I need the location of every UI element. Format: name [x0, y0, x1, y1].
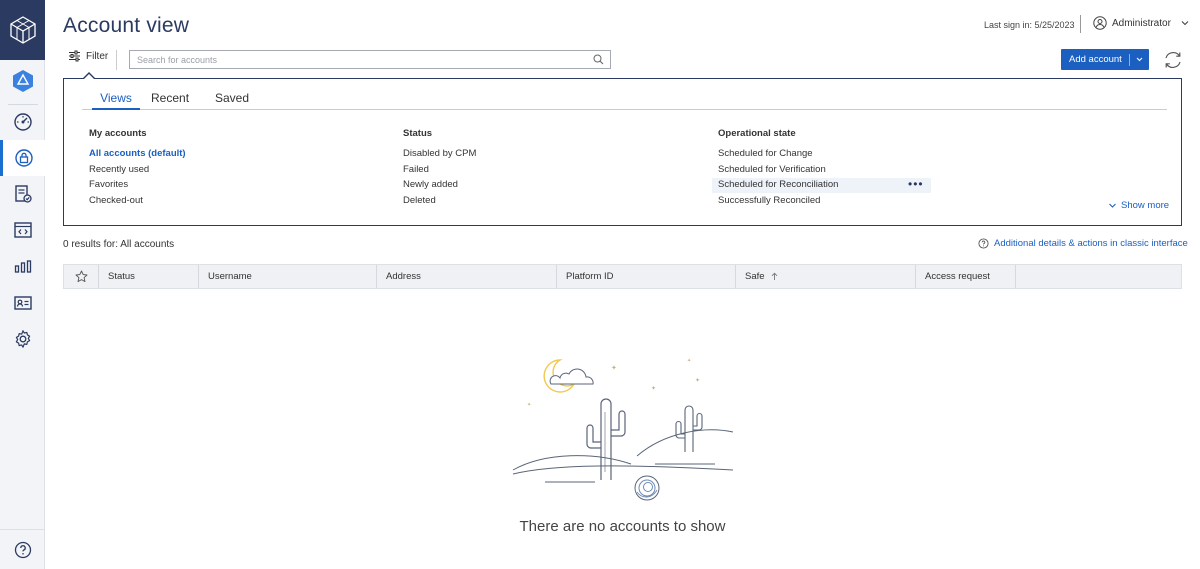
view-recently-used[interactable]: Recently used: [89, 164, 149, 175]
bar-chart-icon: [14, 260, 31, 273]
favorite-column[interactable]: [64, 265, 99, 288]
more-actions-icon[interactable]: •••: [908, 177, 924, 191]
accounts-table-header: Status Username Address Platform ID Safe…: [63, 264, 1182, 289]
chevron-down-icon: [1136, 57, 1143, 62]
sidebar-item-privilege-cloud[interactable]: [0, 63, 45, 99]
sidebar-item-accounts[interactable]: [0, 140, 45, 176]
filter-tabs: Views Recent Saved: [82, 91, 1167, 110]
column-address[interactable]: Address: [377, 265, 557, 288]
sliders-icon: [69, 50, 80, 62]
status-deleted[interactable]: Deleted: [403, 195, 436, 206]
svg-text:✦: ✦: [611, 364, 617, 372]
status-failed[interactable]: Failed: [403, 164, 429, 175]
empty-state-message: There are no accounts to show: [519, 518, 726, 535]
view-all-accounts[interactable]: All accounts (default): [89, 148, 186, 159]
column-platform-id[interactable]: Platform ID: [557, 265, 736, 288]
gear-icon: [15, 330, 30, 348]
last-sign-in: Last sign in: 5/25/2023: [984, 20, 1075, 30]
question-circle-icon: [978, 238, 989, 249]
add-account-dropdown[interactable]: [1130, 55, 1149, 64]
id-card-icon: [13, 296, 32, 310]
sidebar-item-applications[interactable]: [0, 212, 45, 248]
sidebar-item-users[interactable]: [0, 285, 45, 321]
sidebar: [0, 0, 45, 569]
hexagon-app-icon: [12, 70, 33, 92]
lock-shield-icon: [15, 149, 33, 167]
search-icon[interactable]: [593, 54, 604, 65]
code-window-icon: [13, 222, 32, 238]
refresh-icon: [1165, 52, 1181, 68]
cactus-icon: [600, 398, 612, 480]
tab-views[interactable]: Views: [92, 91, 140, 110]
show-more-label: Show more: [1121, 200, 1170, 211]
refresh-button[interactable]: [1162, 49, 1184, 76]
sort-ascending-icon: [771, 272, 777, 280]
tab-recent[interactable]: Recent: [151, 91, 189, 110]
my-accounts-heading: My accounts: [89, 128, 147, 139]
sidebar-item-settings[interactable]: [0, 321, 45, 357]
view-favorites[interactable]: Favorites: [89, 179, 128, 190]
chevron-down-icon: [1181, 21, 1189, 26]
cloud-icon: [549, 368, 594, 385]
operational-state-heading: Operational state: [718, 128, 796, 139]
svg-text:✦: ✦: [651, 385, 656, 392]
state-scheduled-change[interactable]: Scheduled for Change: [718, 148, 813, 159]
column-status[interactable]: Status: [99, 265, 199, 288]
svg-text:✦: ✦: [687, 358, 691, 364]
column-access-request[interactable]: Access request: [916, 265, 1016, 288]
results-count: 0 results for: All accounts: [63, 239, 175, 250]
desert-illustration: ✦ ✦ ✦ ✦ ✦: [512, 358, 734, 501]
sidebar-item-reports[interactable]: [0, 248, 45, 284]
state-scheduled-verification[interactable]: Scheduled for Verification: [718, 164, 826, 175]
document-check-icon: [14, 185, 32, 203]
column-safe[interactable]: Safe: [736, 265, 916, 288]
state-scheduled-reconciliation[interactable]: Scheduled for Reconciliation: [712, 178, 931, 193]
filter-panel: Views Recent Saved My accounts All accou…: [63, 78, 1182, 226]
column-safe-label: Safe: [745, 271, 765, 282]
cube-logo-icon: [9, 16, 36, 44]
search-box: [129, 50, 611, 69]
classic-interface-label: Additional details & actions in classic …: [994, 238, 1188, 249]
filter-button[interactable]: Filter: [68, 50, 108, 62]
classic-interface-link[interactable]: Additional details & actions in classic …: [978, 238, 1188, 249]
status-disabled-by-cpm[interactable]: Disabled by CPM: [403, 148, 476, 159]
show-more-link[interactable]: Show more: [1108, 200, 1169, 211]
app-logo[interactable]: [0, 0, 45, 60]
sidebar-item-policies[interactable]: [0, 176, 45, 212]
user-avatar-icon: [1093, 16, 1107, 30]
state-successfully-reconciled[interactable]: Successfully Reconciled: [718, 195, 820, 206]
svg-text:✦: ✦: [695, 377, 700, 384]
star-icon: [75, 270, 88, 283]
column-username[interactable]: Username: [199, 265, 377, 288]
add-account-button[interactable]: Add account: [1061, 49, 1149, 70]
user-name: Administrator: [1112, 17, 1171, 29]
user-menu[interactable]: Administrator: [1093, 16, 1190, 30]
header-divider: [1080, 15, 1081, 33]
gauge-icon: [13, 113, 32, 131]
help-button[interactable]: [0, 529, 45, 569]
status-newly-added[interactable]: Newly added: [403, 179, 458, 190]
filter-label: Filter: [86, 50, 109, 62]
view-checked-out[interactable]: Checked-out: [89, 195, 143, 206]
search-input[interactable]: [137, 54, 587, 65]
add-account-label: Add account: [1069, 54, 1122, 65]
tab-saved[interactable]: Saved: [215, 91, 249, 110]
svg-text:✦: ✦: [527, 402, 531, 408]
sidebar-item-dashboard[interactable]: [0, 104, 45, 140]
toolbar-divider: [116, 50, 117, 70]
question-circle-icon: [14, 541, 31, 558]
chevron-down-icon: [1109, 203, 1116, 208]
page-title: Account view: [63, 14, 190, 37]
tumbleweed-icon: [634, 475, 660, 501]
status-heading: Status: [403, 128, 433, 139]
